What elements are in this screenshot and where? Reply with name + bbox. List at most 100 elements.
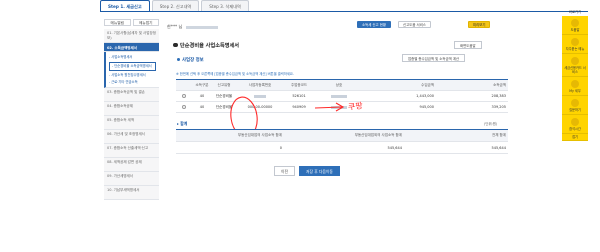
unit-label: (단위:원) <box>484 122 498 126</box>
sidebar-item-10[interactable]: 10. 기납부세액명세서 <box>104 186 159 200</box>
section-title: 사업장 정보 <box>182 58 204 63</box>
user-name: 한*** 님 <box>167 24 183 29</box>
annotation-text: 쿠팡 <box>347 101 364 112</box>
tab-step1[interactable]: Step 1. 세금신고 <box>100 0 150 11</box>
business-table: 소득구분 신고유형 사업자등록번호 주업종코드 상호 수입금액 소득금액 40 … <box>176 79 508 113</box>
cell-income: 339,205 <box>491 105 506 109</box>
sidebar-sub-business-income[interactable]: - 사업소득명세서 <box>109 54 156 61</box>
rail-label: 참석시간 <box>569 127 581 131</box>
sidebar-item-income-statement[interactable]: 02. 소득금액명세서 <box>104 43 159 52</box>
clock-icon <box>571 118 579 126</box>
tab-step3[interactable]: Step 3. 삭제내역 <box>201 0 249 11</box>
redacted-block <box>331 94 347 98</box>
totals-row: 0 545,644 545,644 <box>176 142 508 154</box>
calc-income-button[interactable]: 업종별 총수입금액 및 소득금액 계산 <box>402 54 466 62</box>
help-button[interactable]: 화면도움말 <box>454 41 482 49</box>
cell-reg-no <box>236 94 284 98</box>
rail-item-my[interactable]: My 세무 <box>562 77 588 96</box>
rail-label: 자주묻는 메뉴 <box>565 47 585 51</box>
redacted-block <box>331 105 347 109</box>
user-greeting: 한*** 님 <box>167 24 218 30</box>
title-bullet-icon <box>173 42 178 47</box>
rail-label: 도움말 <box>570 28 580 32</box>
sidebar-item-09[interactable]: 09. 가산세명세서 <box>104 172 159 186</box>
cell-revenue: 1,443,000 <box>416 94 434 98</box>
faq-icon <box>571 38 579 46</box>
sidebar-item-05[interactable]: 05. 종합소득 세액 <box>104 116 159 130</box>
step-tabs: Step 1. 세금신고 Step 2. 신고내역 Step 3. 삭제내역 <box>100 0 249 11</box>
col-industry-code: 주업종코드 <box>290 82 308 87</box>
sidebar-item-03[interactable]: 03. 종합소득금액 및 결손 <box>104 88 159 102</box>
cell-income-type: 40 <box>199 94 205 98</box>
card-icon <box>571 57 579 65</box>
annotation-layer <box>230 96 345 138</box>
prev-button[interactable]: 이전 <box>274 166 295 176</box>
table-row[interactable]: 40 단순경비율 000-00-00000 940909 945,000 339… <box>176 102 508 113</box>
col-name: 상호 <box>335 82 343 87</box>
tab-step2[interactable]: Step 2. 신고내역 <box>151 0 200 11</box>
cell-name <box>314 94 364 98</box>
sidebar-item-07[interactable]: 07. 종합소득 산출세액·신고 <box>104 144 159 158</box>
table-row[interactable]: 40 단순경비율 526101 1,443,000 208,383 <box>176 91 508 102</box>
cell-industry-code: 526101 <box>292 94 306 98</box>
col-revenue: 수입금액 <box>421 82 434 87</box>
totals-table: 부동산임대업의 사업소득 합계 부동산임대업외의 사업소득 합계 전체 합계 0… <box>176 129 508 154</box>
section-bullet-icon <box>177 58 180 61</box>
preview-button[interactable]: 미리보기 <box>468 21 491 28</box>
rail-item-ask[interactable]: 질문하기 <box>562 96 588 115</box>
tab-divider <box>100 11 588 12</box>
sidebar-item-08[interactable]: 08. 세액공제 감면 공제 <box>104 158 159 172</box>
row-radio[interactable] <box>182 104 186 109</box>
totals-label: ▸ 합계 <box>177 121 188 126</box>
row-radio[interactable] <box>182 93 186 98</box>
totals-header: 부동산임대업의 사업소득 합계 부동산임대업외의 사업소득 합계 전체 합계 <box>176 130 508 142</box>
table-header: 소득구분 신고유형 사업자등록번호 주업종코드 상호 수입금액 소득금액 <box>176 80 508 91</box>
cell-grand-total: 545,644 <box>491 145 506 150</box>
sidebar-submenu: - 사업소득명세서 - 단순경비율 소득금액명세서 - 사업소득 원천징수명세서… <box>104 52 159 88</box>
notice-text: ※ 한번에 선택 후 오른쪽에 [업종별 총수입금액 및 소득금액 계산] 버튼… <box>176 72 295 76</box>
question-icon <box>571 99 579 107</box>
col-filing-type: 신고유형 <box>217 82 231 87</box>
cell-filing-type: 단순경비율 <box>215 104 233 109</box>
col-grand-total: 전체 합계 <box>492 133 506 137</box>
redacted-block <box>185 25 218 29</box>
sidebar-item-04[interactable]: 04. 종합소득공제 <box>104 102 159 116</box>
col-nonrental-total: 부동산임대업외의 사업소득 합계 <box>354 133 402 137</box>
guide-service-button[interactable]: 신고도움 서비스 <box>398 21 431 28</box>
rail-title: 바로가기 <box>568 10 582 14</box>
rail-label: 접기 <box>572 135 578 139</box>
rail-item-card[interactable]: 세금신용카드 서비스 <box>562 54 588 77</box>
cell-reg-no: 000-00-00000 <box>247 105 273 109</box>
save-next-button[interactable]: 저장 후 다음이동 <box>299 166 340 176</box>
rail-item-faq[interactable]: 자주묻는 메뉴 <box>562 35 588 54</box>
cell-rental-total: 0 <box>279 145 282 150</box>
sidebar-sub-other-income[interactable]: - 근로·기타 연금소득 <box>109 79 156 86</box>
sidebar: 메뉴열림 메뉴접기 01. 기본사항(납세자 및 사업장정보) 02. 소득금액… <box>104 19 159 200</box>
rail-item-time[interactable]: 참석시간 <box>562 115 588 134</box>
sidebar-item-06[interactable]: 06. 가산세 및 조정명세서 <box>104 130 159 144</box>
redacted-block <box>254 94 266 98</box>
page-title: 단순경비율 사업소득명세서 <box>180 43 240 49</box>
col-income: 소득금액 <box>493 82 506 87</box>
cell-revenue: 945,000 <box>419 105 434 109</box>
quick-links-rail: 바로가기 도움말 자주묻는 메뉴 세금신용카드 서비스 My 세무 질문하기 참… <box>562 9 588 141</box>
sidebar-sub-withholding[interactable]: - 사업소득 원천징수명세서 <box>109 72 156 79</box>
user-icon <box>571 80 579 88</box>
rail-item-help[interactable]: 도움말 <box>562 16 588 35</box>
cell-income: 208,383 <box>491 94 506 98</box>
rail-item-collapse[interactable]: 접기 <box>562 134 588 141</box>
cell-industry-code: 940909 <box>292 105 306 109</box>
menu-open-button[interactable]: 메뉴열림 <box>104 19 131 26</box>
rail-label: 질문하기 <box>569 108 581 112</box>
sidebar-item-basic[interactable]: 01. 기본사항(납세자 및 사업장정보) <box>104 29 159 43</box>
sidebar-sub-simple-expense[interactable]: - 단순경비율 소득금액명세서 <box>109 61 156 71</box>
menu-collapse-button[interactable]: 메뉴접기 <box>132 19 159 26</box>
cell-income-type: 40 <box>199 105 205 109</box>
col-rental-total: 부동산임대업의 사업소득 합계 <box>237 133 282 137</box>
col-reg-no: 사업자등록번호 <box>248 82 272 87</box>
col-income-type: 소득구분 <box>195 82 209 87</box>
help-icon <box>571 19 579 27</box>
rail-label: My 세무 <box>569 89 581 93</box>
rail-label: 세금신용카드 서비스 <box>564 66 586 74</box>
report-status-button[interactable]: 소득세 신고 현황 <box>357 21 391 28</box>
